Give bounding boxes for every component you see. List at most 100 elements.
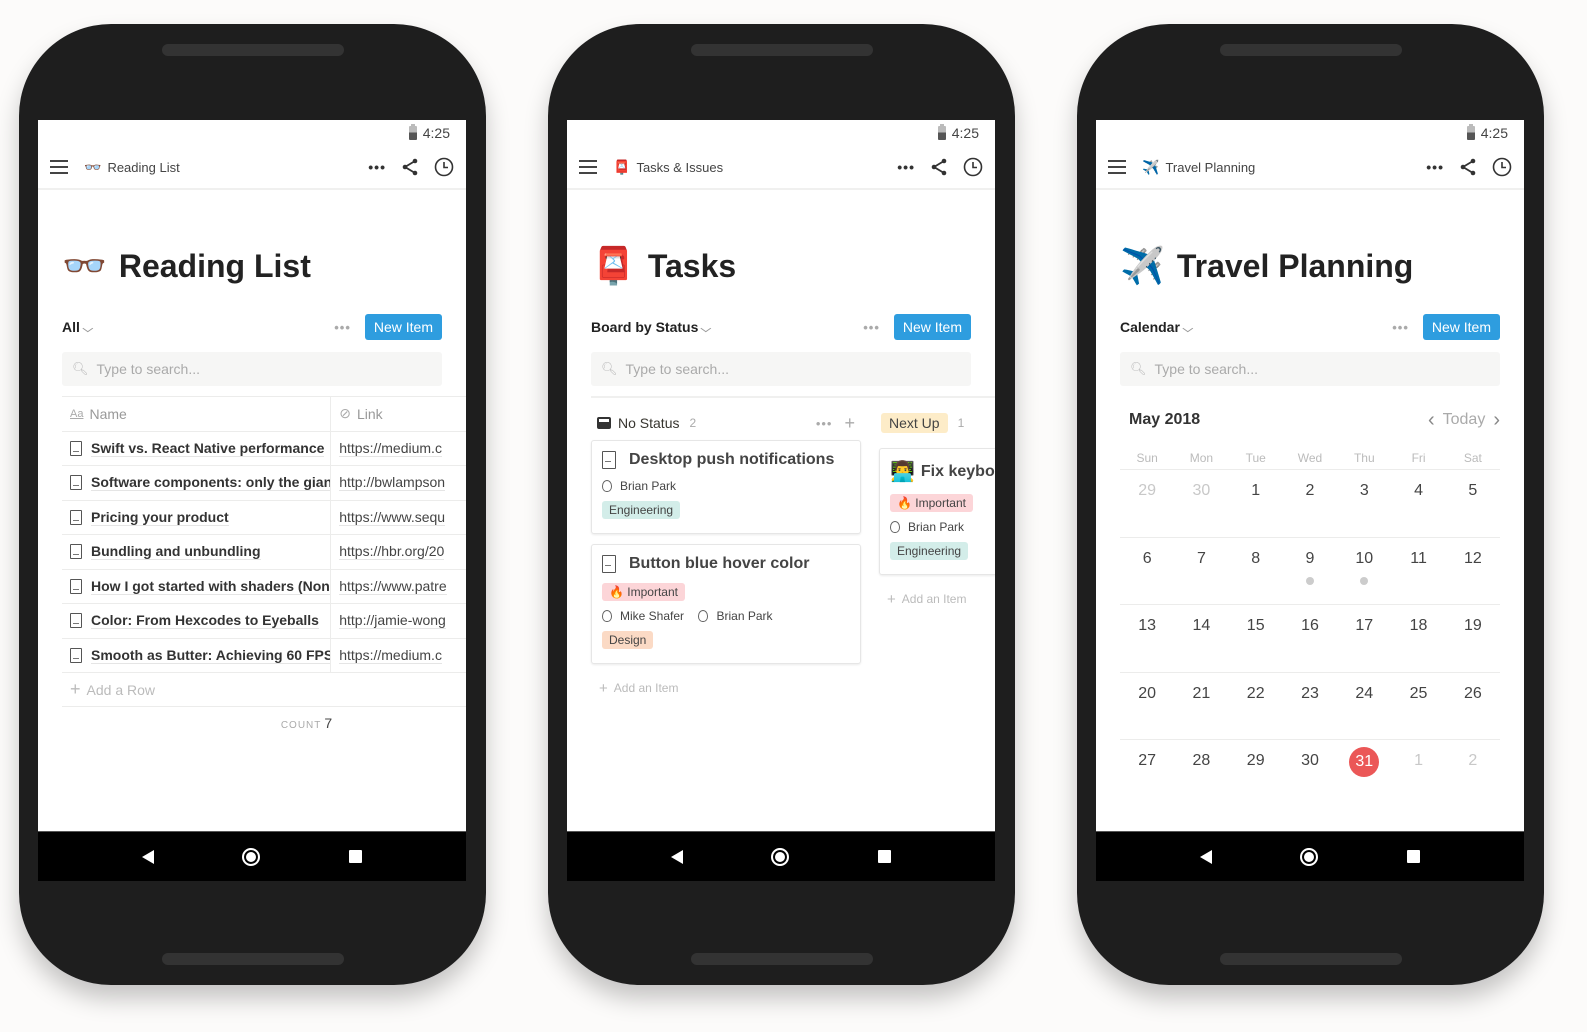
- add-item-button[interactable]: + Add an Item: [879, 585, 995, 613]
- row-link[interactable]: https://hbr.org/20: [339, 543, 445, 561]
- calendar-day[interactable]: 27: [1120, 740, 1174, 808]
- add-item-button[interactable]: + Add an Item: [591, 674, 861, 702]
- calendar-day[interactable]: 4: [1391, 470, 1445, 537]
- calendar-day[interactable]: 30: [1283, 740, 1337, 808]
- new-item-button[interactable]: New Item: [364, 314, 442, 340]
- new-item-button[interactable]: New Item: [1422, 314, 1500, 340]
- cell-name[interactable]: Swift vs. React Native performance: [62, 431, 332, 465]
- view-options-icon[interactable]: •••: [1392, 320, 1409, 335]
- calendar-day[interactable]: 30: [1174, 470, 1228, 537]
- calendar-day[interactable]: 2: [1283, 470, 1337, 537]
- recent-apps-icon[interactable]: [348, 850, 362, 863]
- cell-link[interactable]: https://hbr.org/20: [331, 535, 466, 569]
- row-link[interactable]: http://bwlampson: [339, 474, 446, 492]
- menu-icon[interactable]: [579, 160, 597, 174]
- chevron-left-icon[interactable]: ‹: [1428, 409, 1435, 432]
- row-link[interactable]: https://medium.c: [339, 647, 442, 664]
- view-options-icon[interactable]: •••: [863, 320, 880, 335]
- search-input[interactable]: 🔍︎ Type to search...: [591, 352, 971, 386]
- calendar-day[interactable]: 16: [1283, 605, 1337, 672]
- calendar-day[interactable]: 29: [1229, 740, 1283, 808]
- cell-link[interactable]: https://medium.c: [331, 639, 466, 673]
- calendar-day[interactable]: 15: [1229, 605, 1283, 672]
- row-link[interactable]: https://www.sequ: [339, 509, 446, 526]
- calendar-day[interactable]: 5: [1446, 470, 1500, 537]
- home-icon[interactable]: [1300, 847, 1319, 866]
- chevron-right-icon[interactable]: ›: [1493, 409, 1500, 432]
- share-icon[interactable]: [402, 158, 418, 176]
- history-clock-icon[interactable]: [963, 157, 983, 177]
- menu-icon[interactable]: [50, 160, 68, 174]
- calendar-day[interactable]: 22: [1229, 673, 1283, 740]
- share-icon[interactable]: [1460, 158, 1476, 176]
- breadcrumb[interactable]: Travel Planning: [1165, 160, 1410, 175]
- home-icon[interactable]: [771, 847, 790, 866]
- breadcrumb[interactable]: Reading List: [107, 160, 352, 175]
- view-selector[interactable]: Calendar ⌵: [1120, 319, 1193, 335]
- calendar-day[interactable]: 19: [1446, 605, 1500, 672]
- board-card[interactable]: 👨‍💻 Fix keyboa 🔥 Important Brian Park Eng…: [879, 448, 995, 575]
- back-icon[interactable]: [142, 849, 155, 864]
- home-icon[interactable]: [242, 847, 261, 866]
- calendar-day[interactable]: 29: [1120, 470, 1174, 537]
- calendar-day[interactable]: 18: [1391, 605, 1445, 672]
- cell-link[interactable]: http://bwlampson: [331, 466, 466, 500]
- calendar-day[interactable]: 20: [1120, 673, 1174, 740]
- table-row[interactable]: Swift vs. React Native performance https:…: [62, 431, 466, 466]
- calendar-day[interactable]: 14: [1174, 605, 1228, 672]
- calendar-day[interactable]: 1: [1229, 470, 1283, 537]
- cell-name[interactable]: Smooth as Butter: Achieving 60 FPS A: [62, 638, 332, 672]
- calendar-day[interactable]: 17: [1337, 605, 1391, 672]
- more-icon[interactable]: •••: [1426, 159, 1444, 175]
- row-link[interactable]: http://jamie-wong: [339, 612, 446, 630]
- table-row[interactable]: How I got started with shaders (Non-S htt…: [62, 569, 466, 604]
- calendar-day[interactable]: 3: [1337, 470, 1391, 537]
- history-clock-icon[interactable]: [434, 157, 454, 177]
- search-input[interactable]: 🔍︎ Type to search...: [62, 352, 442, 386]
- column-add-icon[interactable]: +: [844, 413, 855, 434]
- board-card[interactable]: Button blue hover color 🔥 Important Mike…: [591, 544, 861, 664]
- table-row[interactable]: Software components: only the giants http…: [62, 466, 466, 501]
- more-icon[interactable]: •••: [897, 159, 915, 175]
- cell-name[interactable]: Software components: only the giants: [62, 466, 332, 500]
- column-more-icon[interactable]: •••: [816, 416, 833, 431]
- view-selector[interactable]: Board by Status ⌵: [591, 319, 711, 335]
- recent-apps-icon[interactable]: [877, 850, 891, 863]
- calendar-day[interactable]: 1: [1391, 740, 1445, 808]
- cell-name[interactable]: Color: From Hexcodes to Eyeballs: [62, 604, 332, 638]
- cell-name[interactable]: How I got started with shaders (Non-S: [62, 569, 332, 603]
- view-selector[interactable]: All ⌵: [62, 319, 93, 335]
- event-dot[interactable]: [1360, 576, 1369, 585]
- calendar-day[interactable]: 11: [1391, 538, 1445, 605]
- calendar-day[interactable]: 26: [1446, 673, 1500, 740]
- today-button[interactable]: Today: [1443, 411, 1486, 429]
- calendar-day[interactable]: 24: [1337, 673, 1391, 740]
- calendar-day[interactable]: 23: [1283, 673, 1337, 740]
- board-card[interactable]: Desktop push notifications Brian Park En…: [591, 440, 861, 534]
- column-header-name[interactable]: Aa Name: [62, 397, 332, 431]
- add-row-button[interactable]: + Add a Row: [62, 673, 466, 707]
- recent-apps-icon[interactable]: [1406, 850, 1420, 863]
- column-header-link[interactable]: ⊘ Link: [331, 397, 466, 431]
- calendar-day[interactable]: 10: [1337, 538, 1391, 605]
- table-row[interactable]: Color: From Hexcodes to Eyeballs http://j…: [62, 604, 466, 639]
- row-link[interactable]: https://medium.c: [339, 440, 442, 457]
- calendar-day[interactable]: 8: [1229, 538, 1283, 605]
- search-input[interactable]: 🔍︎ Type to search...: [1120, 352, 1500, 386]
- cell-link[interactable]: https://medium.c: [331, 432, 466, 466]
- table-row[interactable]: Smooth as Butter: Achieving 60 FPS A http…: [62, 638, 466, 673]
- cell-link[interactable]: http://jamie-wong: [331, 604, 466, 638]
- cell-name[interactable]: Pricing your product: [62, 500, 332, 534]
- view-options-icon[interactable]: •••: [334, 320, 351, 335]
- share-icon[interactable]: [931, 158, 947, 176]
- menu-icon[interactable]: [1108, 160, 1126, 174]
- cell-name[interactable]: Bundling and unbundling: [62, 535, 332, 569]
- cell-link[interactable]: https://www.patre: [331, 570, 466, 604]
- calendar-day[interactable]: 12: [1446, 538, 1500, 605]
- calendar-day[interactable]: 7: [1174, 538, 1228, 605]
- row-link[interactable]: https://www.patre: [339, 578, 447, 595]
- calendar-day[interactable]: 25: [1391, 673, 1445, 740]
- breadcrumb[interactable]: Tasks & Issues: [636, 160, 881, 175]
- back-icon[interactable]: [671, 849, 684, 864]
- back-icon[interactable]: [1200, 849, 1213, 864]
